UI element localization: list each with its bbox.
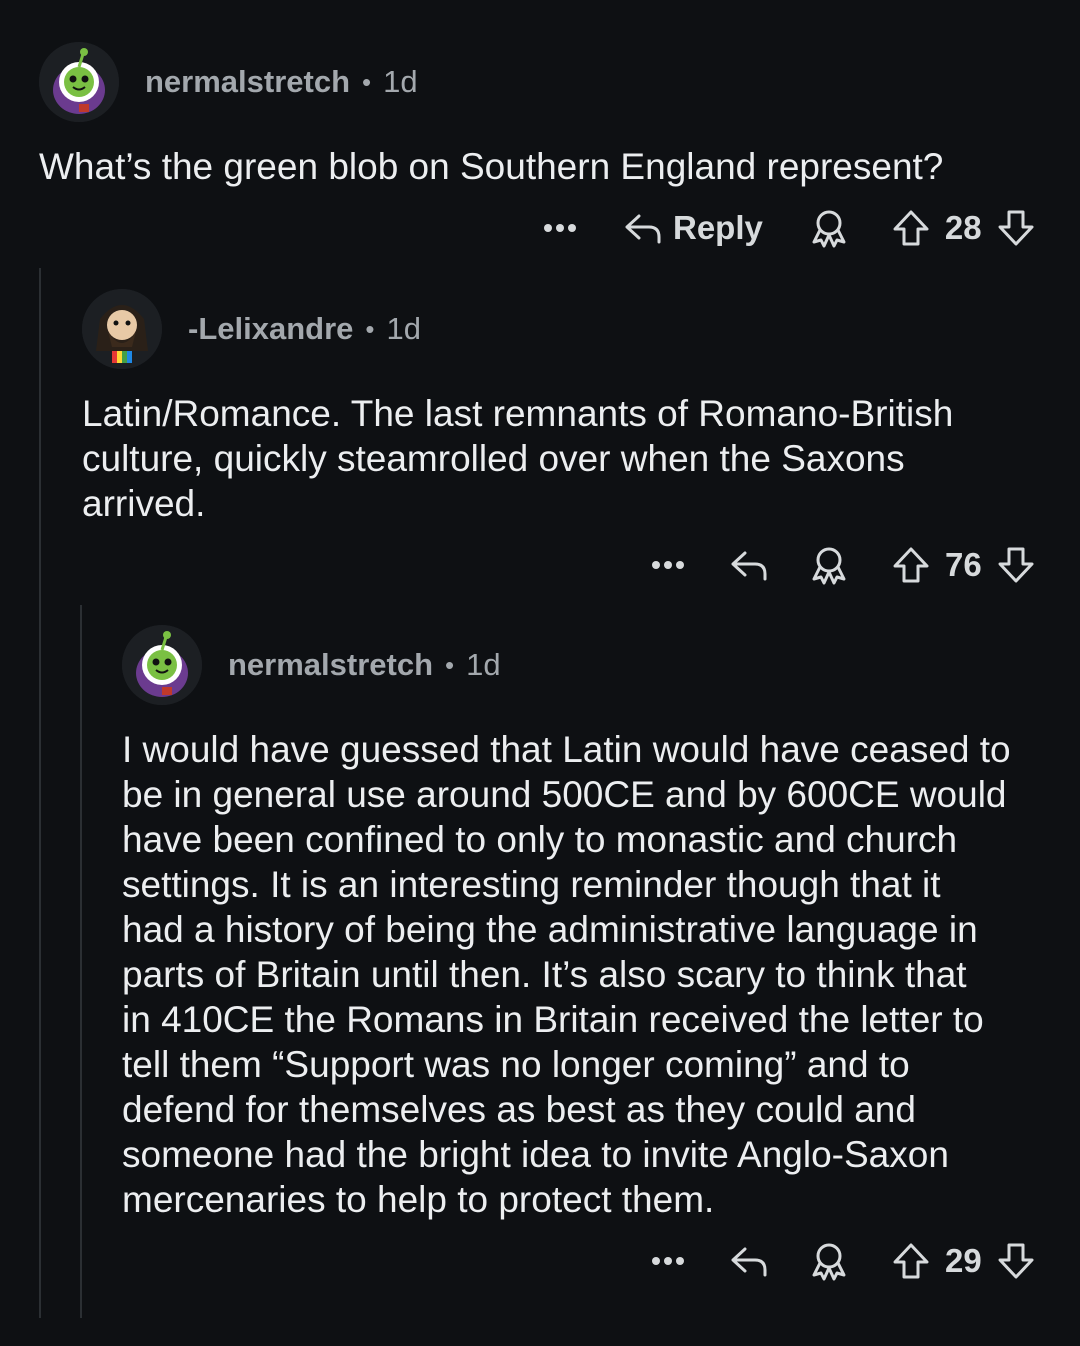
comment-body: Latin/Romance. The last remnants of Roma… xyxy=(82,393,954,524)
username[interactable]: nermalstretch xyxy=(228,647,433,683)
reply-label: Reply xyxy=(673,209,763,246)
downvote-button[interactable] xyxy=(996,1241,1036,1281)
downvote-arrow-icon xyxy=(998,210,1034,246)
comment: nermalstretch • 1d I would have guessed … xyxy=(122,623,1062,1222)
separator-dot: • xyxy=(365,313,375,344)
comment-header: -Lelixandre • 1d xyxy=(82,287,1052,371)
award-icon xyxy=(812,210,846,248)
reply-button[interactable]: Reply xyxy=(623,209,763,247)
more-options-icon[interactable] xyxy=(651,561,685,569)
downvote-button[interactable] xyxy=(996,208,1036,248)
comment-actions: 76 xyxy=(651,540,1036,590)
comment-header: nermalstretch • 1d xyxy=(39,40,1049,124)
comment-actions: Reply 28 xyxy=(543,203,1036,253)
separator-dot: • xyxy=(445,649,455,680)
upvote-arrow-icon xyxy=(893,1243,929,1279)
comment-body: What’s the green blob on Southern Englan… xyxy=(39,146,944,187)
timestamp: 1d xyxy=(466,647,501,682)
reply-button[interactable] xyxy=(729,1243,769,1279)
more-options-icon[interactable] xyxy=(651,1257,685,1265)
comment: nermalstretch • 1d What’s the green blob… xyxy=(39,40,1049,189)
downvote-button[interactable] xyxy=(996,545,1036,585)
award-icon xyxy=(812,1243,846,1281)
timestamp: 1d xyxy=(383,64,418,99)
comment-thread: nermalstretch • 1d What’s the green blob… xyxy=(0,0,1080,1346)
snoo-avatar-icon xyxy=(39,42,119,122)
upvote-button[interactable] xyxy=(891,545,931,585)
upvote-arrow-icon xyxy=(893,210,929,246)
separator-dot: • xyxy=(362,66,372,97)
thread-line-level-1[interactable] xyxy=(39,268,41,1318)
avatar[interactable] xyxy=(39,42,119,122)
timestamp: 1d xyxy=(386,311,421,346)
avatar[interactable] xyxy=(122,625,202,705)
more-options-icon[interactable] xyxy=(543,224,577,232)
comment-header: nermalstretch • 1d xyxy=(122,623,1062,707)
vote-score: 28 xyxy=(944,209,982,246)
comment-body: I would have guessed that Latin would ha… xyxy=(122,729,1011,1220)
vote-score: 29 xyxy=(945,1242,982,1279)
downvote-arrow-icon xyxy=(998,547,1034,583)
award-button[interactable] xyxy=(809,208,849,248)
vote-score: 76 xyxy=(945,546,982,583)
reply-arrow-icon xyxy=(731,551,767,581)
reply-arrow-icon xyxy=(625,214,661,244)
comment: -Lelixandre • 1d Latin/Romance. The last… xyxy=(82,287,1052,526)
award-button[interactable] xyxy=(809,545,849,585)
downvote-arrow-icon xyxy=(998,1243,1034,1279)
upvote-button[interactable] xyxy=(891,208,931,248)
username[interactable]: nermalstretch xyxy=(145,64,350,100)
snoo-avatar-icon xyxy=(82,289,162,369)
avatar[interactable] xyxy=(82,289,162,369)
award-button[interactable] xyxy=(809,1241,849,1281)
reply-arrow-icon xyxy=(731,1247,767,1277)
award-icon xyxy=(812,547,846,585)
comment-actions: 29 xyxy=(651,1236,1036,1286)
upvote-button[interactable] xyxy=(891,1241,931,1281)
username[interactable]: -Lelixandre xyxy=(188,311,353,347)
thread-line-level-2[interactable] xyxy=(80,605,82,1318)
reply-button[interactable] xyxy=(729,547,769,583)
snoo-avatar-icon xyxy=(122,625,202,705)
upvote-arrow-icon xyxy=(893,547,929,583)
